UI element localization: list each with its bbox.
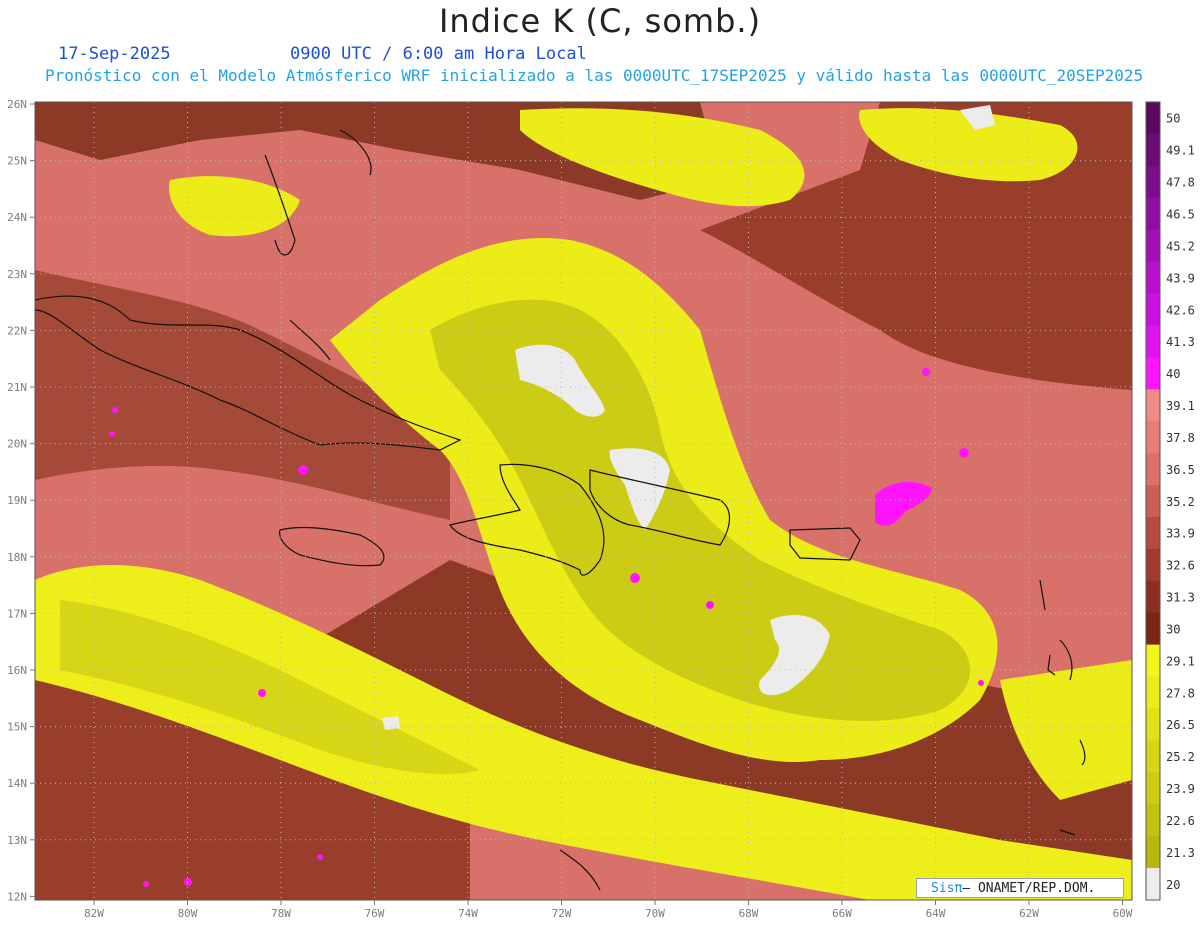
lat-tick-label: 12N	[7, 890, 27, 903]
colorbar-label: 21.3	[1166, 846, 1195, 860]
date-label: 17-Sep-2025	[58, 44, 171, 64]
colorbar-segment	[1146, 485, 1160, 518]
lon-tick-label: 64W	[926, 907, 946, 920]
colorbar-label: 42.6	[1166, 303, 1195, 317]
k-index-field	[35, 102, 1132, 900]
colorbar-segment	[1146, 548, 1160, 582]
colorbar-segment	[1146, 421, 1160, 454]
lat-tick-label: 21N	[7, 381, 27, 394]
colorbar-label: 30	[1166, 622, 1180, 636]
lon-tick-label: 60W	[1113, 907, 1133, 920]
colorbar-segment	[1146, 580, 1160, 614]
time-label: 0900 UTC / 6:00 am Hora Local	[290, 44, 587, 64]
colorbar-label: 45.2	[1166, 239, 1195, 253]
lon-tick-label: 70W	[645, 907, 665, 920]
lon-tick-label: 80W	[178, 907, 198, 920]
lon-tick-label: 74W	[458, 907, 478, 920]
colorbar-label: 32.6	[1166, 559, 1195, 573]
colorbar-label: 36.5	[1166, 463, 1195, 477]
colorbar-label: 41.3	[1166, 335, 1195, 349]
map-figure: 26N 25N 24N 23N 22N 21N 20N 19N 18N 17N 16N 15N 14N 1…	[7, 98, 1195, 920]
colorbar-label: 33.9	[1166, 527, 1195, 541]
lat-tick-label: 19N	[7, 494, 27, 507]
lat-tick-label: 17N	[7, 607, 27, 620]
colorbar-label: 47.8	[1166, 176, 1195, 190]
colorbar-label: 50	[1166, 112, 1180, 126]
colorbar-segment	[1146, 836, 1160, 869]
lon-tick-label: 68W	[739, 907, 759, 920]
lon-tick-label: 76W	[365, 907, 385, 920]
lon-tick-label: 82W	[84, 907, 104, 920]
credit-box: Sisπ– ONAMET/REP.DOM.	[916, 878, 1124, 898]
colorbar-label: 29.1	[1166, 654, 1195, 668]
colorbar-label: 25.2	[1166, 750, 1195, 764]
colorbar-segment	[1146, 772, 1160, 805]
colorbar-segment	[1146, 357, 1160, 390]
colorbar-segment	[1146, 293, 1160, 326]
colorbar-segment	[1146, 229, 1160, 263]
lat-tick-label: 18N	[7, 551, 27, 564]
colorbar-label: 31.3	[1166, 591, 1195, 605]
colorbar-segment	[1146, 676, 1160, 709]
colorbar-segment	[1146, 516, 1160, 550]
colorbar-segment	[1146, 197, 1160, 231]
colorbar-segment	[1146, 708, 1160, 741]
colorbar-label: 39.1	[1166, 399, 1195, 413]
lat-tick-label: 16N	[7, 664, 27, 677]
colorbar-segment	[1146, 325, 1160, 358]
lat-tick-label: 23N	[7, 268, 27, 281]
map-title: Indice K (C, somb.)	[438, 2, 762, 40]
lon-tick-label: 66W	[832, 907, 852, 920]
lat-tick-label: 22N	[7, 324, 27, 337]
colorbar-segment	[1146, 612, 1160, 646]
colorbar-segment	[1146, 261, 1160, 295]
forecast-description: Pronóstico con el Modelo Atmósferico WRF…	[45, 66, 1144, 85]
lat-tick-label: 24N	[7, 211, 27, 224]
lat-tick-label: 15N	[7, 721, 27, 734]
credit-text: – ONAMET/REP.DOM.	[962, 881, 1096, 896]
lat-tick-label: 25N	[7, 155, 27, 168]
lon-tick-label: 78W	[271, 907, 291, 920]
colorbar-segment	[1146, 644, 1160, 678]
longitude-ticks: 82W 80W 78W 76W 74W 72W 70W 68W 66W 64W 62W 60W	[84, 900, 1133, 920]
colorbar: 50 49.1 47.8 46.5 45.2 43.9 42.6 41.3 40 39.1 37.8…	[1145, 101, 1195, 901]
colorbar-segment	[1146, 102, 1160, 135]
colorbar-segment	[1146, 389, 1160, 422]
colorbar-label: 22.6	[1166, 814, 1195, 828]
colorbar-segment	[1146, 133, 1160, 167]
colorbar-label: 43.9	[1166, 271, 1195, 285]
colorbar-label: 23.9	[1166, 782, 1195, 796]
colorbar-label: 49.1	[1166, 144, 1195, 158]
sispi-logo: Sisπ	[931, 881, 963, 896]
colorbar-label: 40	[1166, 367, 1180, 381]
latitude-ticks: 26N 25N 24N 23N 22N 21N 20N 19N 18N 17N 16N 15N 14N 1…	[7, 98, 35, 903]
colorbar-segment	[1146, 804, 1160, 837]
lat-tick-label: 14N	[7, 777, 27, 790]
colorbar-segment	[1146, 453, 1160, 486]
colorbar-label: 37.8	[1166, 431, 1195, 445]
colorbar-segment	[1146, 740, 1160, 773]
lat-tick-label: 13N	[7, 834, 27, 847]
colorbar-segment	[1146, 165, 1160, 199]
colorbar-segment	[1146, 868, 1160, 901]
lon-tick-label: 72W	[552, 907, 572, 920]
colorbar-label: 35.2	[1166, 495, 1195, 509]
lon-tick-label: 62W	[1019, 907, 1039, 920]
lat-tick-label: 20N	[7, 438, 27, 451]
colorbar-label: 46.5	[1166, 208, 1195, 222]
colorbar-label: 26.5	[1166, 718, 1195, 732]
lat-tick-label: 26N	[7, 98, 27, 111]
colorbar-label: 27.8	[1166, 686, 1195, 700]
colorbar-label: 20	[1166, 878, 1180, 892]
